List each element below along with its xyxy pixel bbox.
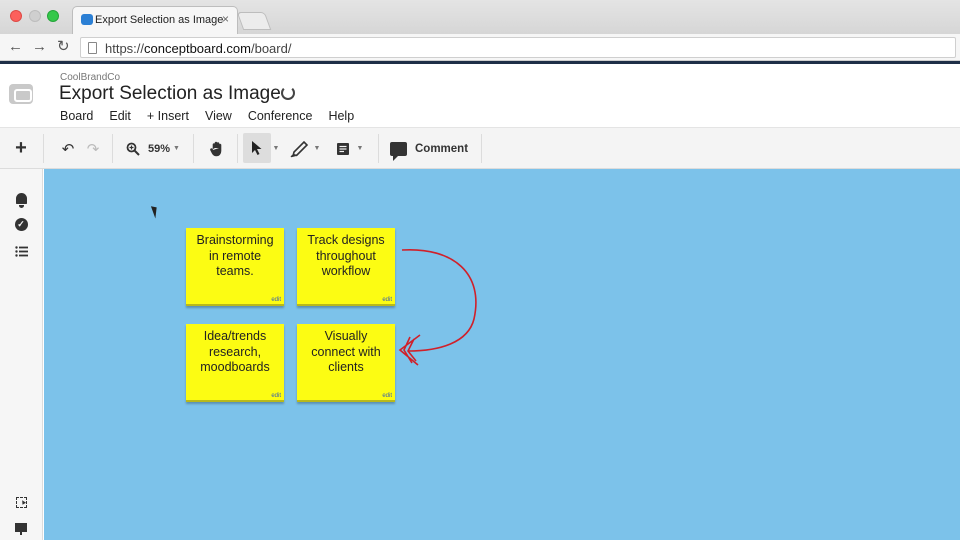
note-edit-link[interactable]: edit	[382, 297, 392, 303]
note-edit-link[interactable]: edit	[271, 297, 281, 303]
company-name: CoolBrandCo	[60, 72, 121, 83]
undo-icon[interactable]: ↶	[58, 128, 78, 169]
toolbar-divider	[193, 134, 194, 163]
forward-arrow-icon[interactable]: →	[32, 37, 47, 57]
tab-title: Export Selection as Image	[95, 14, 224, 26]
new-tab-button[interactable]	[236, 12, 272, 30]
tab-favicon-icon	[81, 14, 93, 25]
url-domain: conceptboard.com	[144, 41, 251, 56]
window-maximize-button[interactable]	[47, 10, 59, 22]
url-input[interactable]: https://conceptboard.com/board/	[80, 37, 956, 58]
sticky-note[interactable]: Track designs throughout workflow edit	[297, 228, 395, 306]
url-text: https://conceptboard.com/board/	[105, 41, 291, 56]
toolbar-divider	[378, 134, 379, 163]
toolbar: + ↶ ↷ 59% ▼ ▼ ▼ ▼ Comment	[0, 128, 960, 169]
board-canvas[interactable]: Brainstorming in remote teams. edit Trac…	[44, 169, 960, 540]
board-title[interactable]: Export Selection as Image	[59, 83, 281, 105]
back-arrow-icon[interactable]: ←	[8, 37, 23, 57]
chevron-down-icon: ▼	[173, 145, 180, 152]
pen-icon[interactable]	[288, 128, 312, 169]
window-minimize-button[interactable]	[29, 10, 41, 22]
zoom-icon[interactable]	[124, 128, 142, 169]
sticky-note[interactable]: Brainstorming in remote teams. edit	[186, 228, 284, 306]
menu-board[interactable]: Board	[60, 109, 93, 123]
chevron-down-icon[interactable]: ▼	[271, 128, 281, 169]
reload-icon[interactable]: ↻	[57, 37, 70, 57]
app-header: CoolBrandCo Export Selection as Image Bo…	[0, 64, 960, 128]
toolbar-divider	[112, 134, 113, 163]
url-prefix: https://	[105, 41, 145, 56]
page-document-icon	[88, 42, 97, 54]
menu-conference[interactable]: Conference	[248, 109, 313, 123]
comment-label: Comment	[415, 142, 469, 155]
tab-close-icon[interactable]: ×	[222, 12, 229, 26]
left-sidebar: ✓	[0, 169, 43, 540]
toolbar-divider	[481, 134, 482, 163]
hand-drawn-arrow[interactable]	[394, 239, 494, 379]
sticky-note-text: Visually connect with clients	[311, 329, 381, 374]
sticky-note[interactable]: Visually connect with clients edit	[297, 324, 395, 402]
menu-edit[interactable]: Edit	[109, 109, 131, 123]
zoom-level-dropdown[interactable]: 59% ▼	[147, 128, 181, 169]
sticky-note-icon[interactable]	[332, 128, 354, 169]
pointer-icon[interactable]	[243, 133, 271, 163]
list-icon[interactable]	[13, 243, 29, 259]
sticky-note-text: Track designs throughout workflow	[307, 233, 385, 278]
check-circle-icon[interactable]: ✓	[13, 216, 29, 232]
note-edit-link[interactable]: edit	[382, 393, 392, 399]
mouse-cursor	[150, 204, 161, 219]
plus-icon[interactable]: +	[8, 128, 34, 169]
check-shape: ✓	[14, 217, 28, 231]
menu-bar: Board Edit + Insert View Conference Help	[60, 109, 370, 123]
presentation-shape	[15, 522, 27, 535]
hand-icon[interactable]	[205, 128, 229, 169]
toolbar-divider	[43, 134, 44, 163]
bell-icon[interactable]	[13, 190, 29, 208]
sync-icon	[281, 86, 295, 100]
comment-icon	[390, 141, 407, 161]
menu-insert[interactable]: + Insert	[147, 109, 189, 123]
url-path: /board/	[250, 41, 292, 56]
sticky-note-text: Brainstorming in remote teams.	[196, 233, 274, 278]
browser-address-bar: ← → ↻ https://conceptboard.com/board/	[0, 34, 960, 61]
selection-export-icon[interactable]	[13, 494, 29, 510]
window-close-button[interactable]	[10, 10, 22, 22]
menu-help[interactable]: Help	[328, 109, 354, 123]
comment-button[interactable]: Comment	[390, 128, 470, 169]
zoom-level-value: 59%	[148, 142, 171, 155]
sticky-note[interactable]: Idea/trends research, moodboards edit	[186, 324, 284, 402]
chevron-down-icon[interactable]: ▼	[355, 128, 365, 169]
browser-tab-active[interactable]: Export Selection as Image ×	[72, 6, 238, 34]
note-edit-link[interactable]: edit	[271, 393, 281, 399]
conceptboard-logo-icon[interactable]	[9, 84, 33, 104]
redo-icon[interactable]: ↷	[83, 128, 103, 169]
presentation-icon[interactable]	[13, 519, 29, 535]
menu-view[interactable]: View	[205, 109, 232, 123]
arrow-curve	[401, 249, 477, 352]
chevron-down-icon[interactable]: ▼	[312, 128, 322, 169]
browser-tab-bar: Export Selection as Image ×	[0, 0, 960, 34]
bell-shape	[15, 192, 27, 208]
sticky-note-text: Idea/trends research, moodboards	[200, 329, 270, 374]
toolbar-divider	[237, 134, 238, 163]
selection-export-shape	[15, 496, 27, 508]
